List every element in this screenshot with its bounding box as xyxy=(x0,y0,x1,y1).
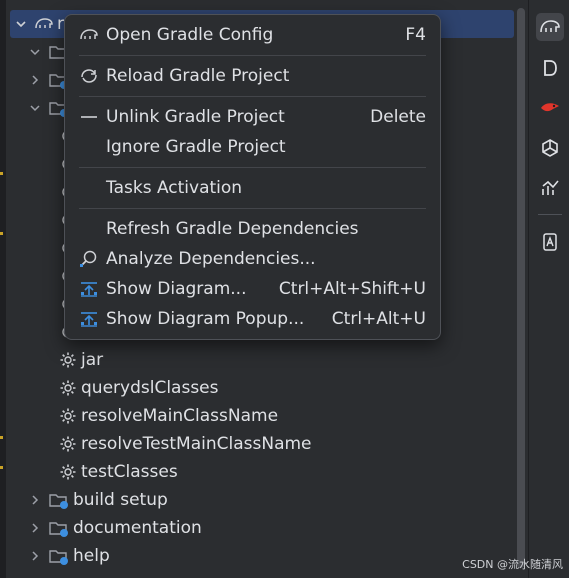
dash-icon xyxy=(79,107,99,127)
gear-icon xyxy=(58,378,78,398)
chart-icon[interactable] xyxy=(536,174,564,202)
folder-gear-icon xyxy=(48,546,70,566)
menu-item-analyze-dependencies[interactable]: Analyze Dependencies... xyxy=(71,245,434,273)
folder-gear-icon xyxy=(48,518,70,538)
menu-item-refresh-gradle-dependencies[interactable]: Refresh Gradle Dependencies xyxy=(71,215,434,243)
menu-item-label: Analyze Dependencies... xyxy=(106,249,316,269)
edge-marker xyxy=(0,232,3,235)
gear-icon xyxy=(58,406,78,426)
tool-separator xyxy=(538,214,562,215)
analyze-search-icon xyxy=(79,249,99,269)
menu-item-show-diagram-popup[interactable]: Show Diagram Popup... Ctrl+Alt+U xyxy=(71,305,434,333)
tree-scrollbar[interactable] xyxy=(516,8,526,578)
menu-item-shortcut: Ctrl+Alt+Shift+U xyxy=(278,279,426,299)
menu-item-shortcut: Delete xyxy=(370,107,426,127)
menu-item-show-diagram[interactable]: Show Diagram... Ctrl+Alt+Shift+U xyxy=(71,275,434,303)
gradle-elephant-icon xyxy=(34,14,54,34)
chevron-down-icon[interactable] xyxy=(14,17,28,31)
task-row-querydslclasses[interactable]: querydslClasses xyxy=(58,374,219,402)
menu-item-label: Show Diagram Popup... xyxy=(106,309,305,329)
menu-item-ignore-gradle-project[interactable]: Ignore Gradle Project xyxy=(71,133,434,161)
task-label: querydslClasses xyxy=(81,378,219,398)
menu-item-reload-gradle-project[interactable]: Reload Gradle Project xyxy=(71,62,434,90)
menu-item-shortcut: F4 xyxy=(405,25,426,45)
group-row-help[interactable]: help xyxy=(28,542,110,570)
bird-icon[interactable] xyxy=(536,94,564,122)
task-label: resolveMainClassName xyxy=(81,406,279,426)
task-row-resolvetestmainclassname[interactable]: resolveTestMainClassName xyxy=(58,430,312,458)
chevron-down-icon[interactable] xyxy=(28,101,42,115)
edge-marker xyxy=(0,172,3,175)
group-label: help xyxy=(73,546,110,566)
menu-item-unlink-gradle-project[interactable]: Unlink Gradle Project Delete xyxy=(71,103,434,131)
task-row-resolvemainclassname[interactable]: resolveMainClassName xyxy=(58,402,278,430)
menu-item-label: Ignore Gradle Project xyxy=(106,137,286,157)
chevron-right-icon[interactable] xyxy=(28,549,42,563)
task-row-testclasses[interactable]: testClasses xyxy=(58,458,178,486)
diagram-icon xyxy=(79,279,99,299)
reload-icon xyxy=(79,66,99,86)
d-letter-icon[interactable] xyxy=(536,54,564,82)
chevron-right-icon[interactable] xyxy=(28,493,42,507)
menu-item-label: Show Diagram... xyxy=(106,279,247,299)
watermark-text: CSDN @流水随清风 xyxy=(462,558,563,571)
scrollbar-thumb[interactable] xyxy=(517,8,525,568)
ai-assistant-icon[interactable] xyxy=(536,134,564,162)
diagram-icon xyxy=(79,309,99,329)
menu-item-open-gradle-config[interactable]: Open Gradle Config F4 xyxy=(71,21,434,49)
chevron-down-icon[interactable] xyxy=(28,45,42,59)
chevron-right-icon[interactable] xyxy=(28,521,42,535)
gear-icon xyxy=(58,434,78,454)
task-label: testClasses xyxy=(81,462,178,482)
group-row-documentation[interactable]: documentation xyxy=(28,514,202,542)
task-label: jar xyxy=(81,350,104,370)
menu-separator xyxy=(79,96,426,97)
gear-icon xyxy=(58,462,78,482)
group-label: build setup xyxy=(73,490,168,510)
task-label: resolveTestMainClassName xyxy=(81,434,312,454)
bookmark-icon[interactable] xyxy=(536,228,564,256)
menu-item-tasks-activation[interactable]: Tasks Activation xyxy=(71,174,434,202)
menu-item-shortcut: Ctrl+Alt+U xyxy=(331,309,426,329)
edge-marker xyxy=(0,436,3,439)
gradle-context-menu: Open Gradle Config F4 Reload Gradle Proj… xyxy=(64,14,441,340)
menu-item-label: Unlink Gradle Project xyxy=(106,107,285,127)
menu-separator xyxy=(79,55,426,56)
right-tool-strip xyxy=(528,0,569,578)
gear-icon xyxy=(58,350,78,370)
menu-item-label: Tasks Activation xyxy=(106,178,243,198)
edge-marker xyxy=(0,466,3,469)
gradle-icon[interactable] xyxy=(536,13,564,41)
menu-separator xyxy=(79,167,426,168)
gradle-elephant-icon xyxy=(79,25,99,45)
menu-item-label: Open Gradle Config xyxy=(106,25,274,45)
menu-item-label: Reload Gradle Project xyxy=(106,66,290,86)
group-row-build-setup[interactable]: build setup xyxy=(28,486,168,514)
folder-gear-icon xyxy=(48,490,70,510)
chevron-right-icon[interactable] xyxy=(28,73,42,87)
menu-item-label: Refresh Gradle Dependencies xyxy=(106,219,359,239)
menu-separator xyxy=(79,208,426,209)
task-row-jar[interactable]: jar xyxy=(58,346,103,374)
group-label: documentation xyxy=(73,518,202,538)
